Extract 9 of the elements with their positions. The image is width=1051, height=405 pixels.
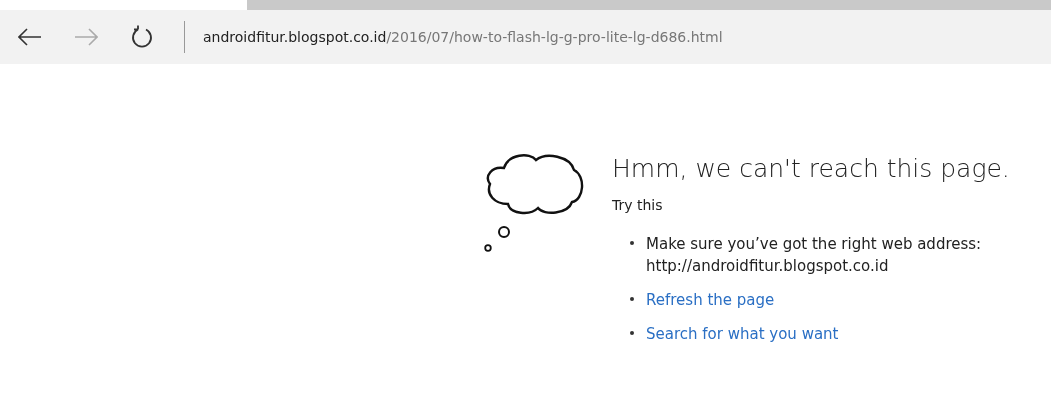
suggestion-text: Make sure you’ve got the right web address: http://androidfitur.blogspot.co.id — [646, 234, 982, 277]
suggestions-heading: Try this — [612, 197, 663, 213]
suggestion-link[interactable]: Search for what you want — [646, 323, 839, 345]
bullet-icon — [630, 297, 634, 301]
bullet-icon — [630, 241, 634, 245]
suggestion-link[interactable]: Refresh the page — [646, 289, 775, 311]
error-title: Hmm, we can't reach this page. — [612, 154, 1010, 183]
bullet-icon — [630, 331, 634, 335]
address-bar[interactable]: androidfitur.blogspot.co.id/2016/07/how-to-flash-lg-g-pro-lite-lg-d686.html — [203, 29, 723, 45]
